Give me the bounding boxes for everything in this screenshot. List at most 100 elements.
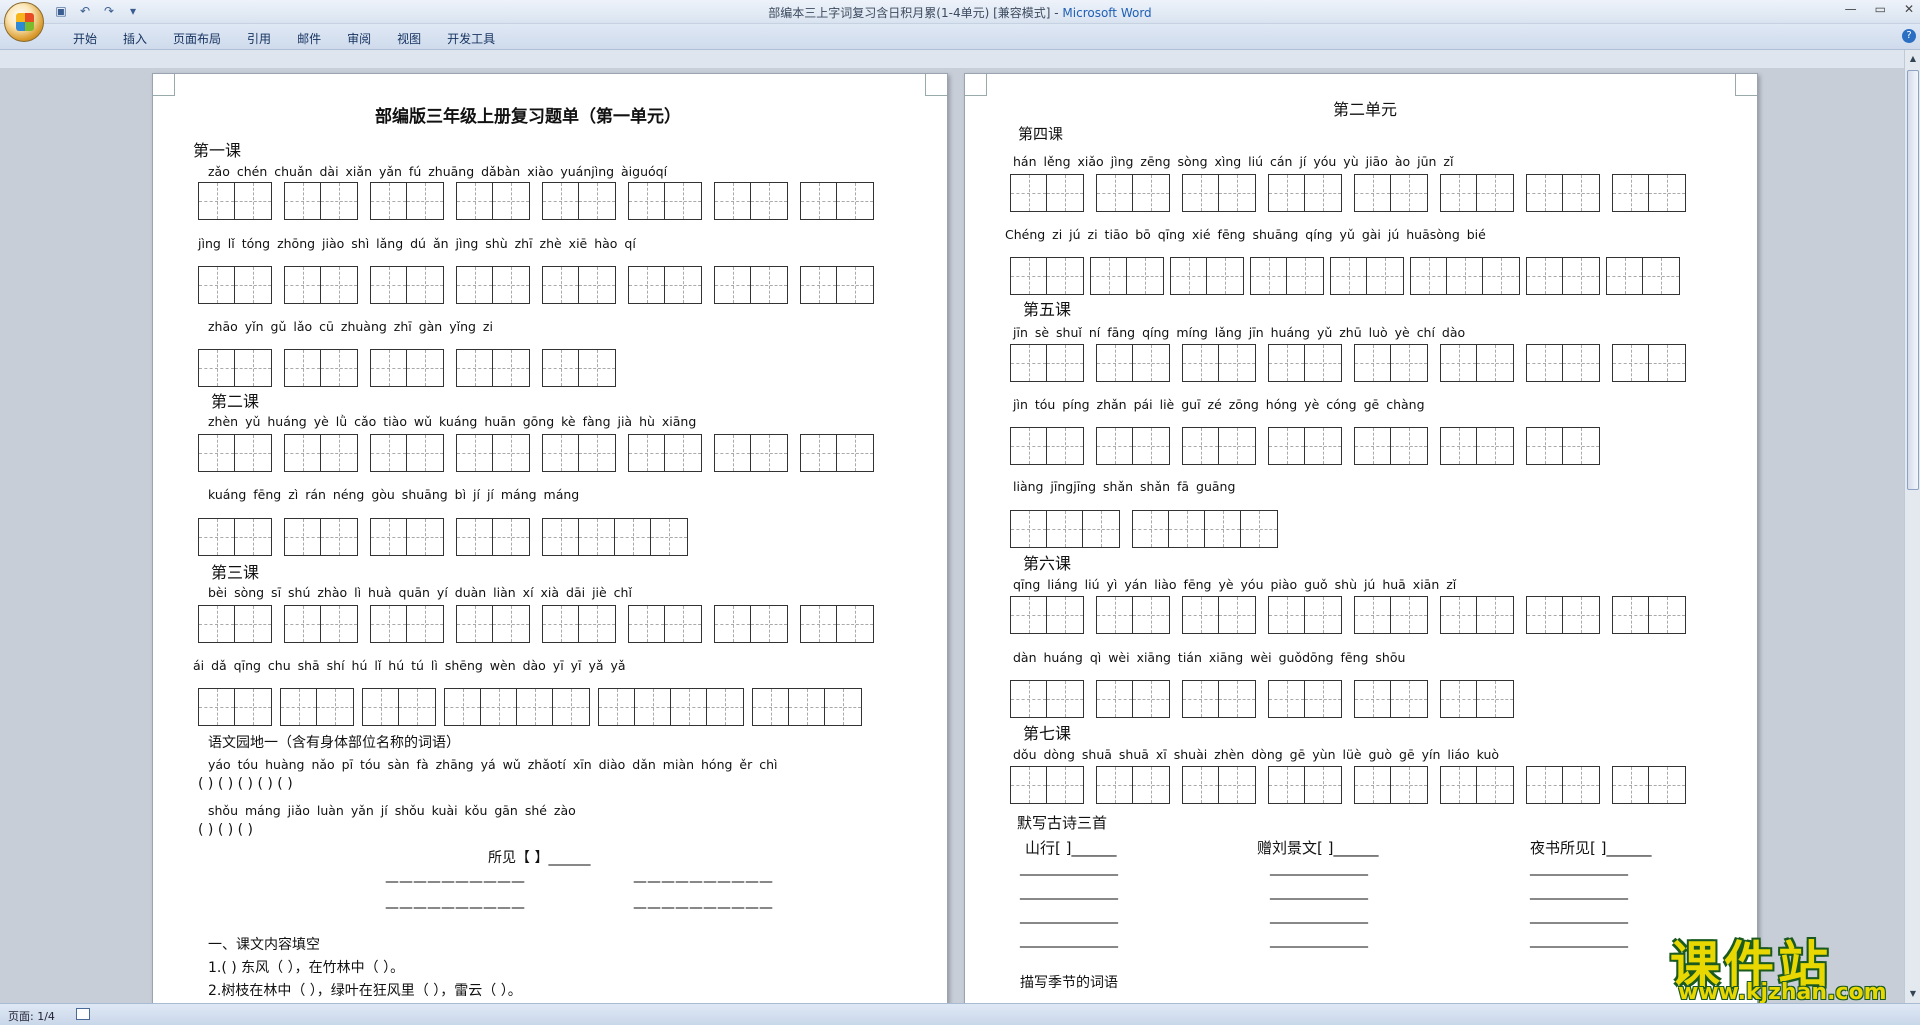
document-page-2[interactable]: 第二单元 第四课 hán lěng xiǎo jìng zēng sòng xì… bbox=[964, 73, 1758, 1013]
char-box[interactable] bbox=[370, 349, 444, 387]
answer-line[interactable]: ______________ bbox=[1530, 884, 1628, 900]
tab-view[interactable]: 视图 bbox=[384, 30, 434, 47]
char-box[interactable] bbox=[1354, 680, 1428, 718]
char-box[interactable] bbox=[800, 605, 874, 643]
char-box[interactable] bbox=[714, 605, 788, 643]
char-box[interactable] bbox=[752, 688, 862, 726]
char-box[interactable] bbox=[714, 434, 788, 472]
scroll-up-icon[interactable]: ▲ bbox=[1907, 52, 1919, 66]
char-box[interactable] bbox=[628, 605, 702, 643]
char-box[interactable] bbox=[1010, 344, 1084, 382]
char-box[interactable] bbox=[1526, 344, 1600, 382]
char-box[interactable] bbox=[1010, 257, 1084, 295]
char-box[interactable] bbox=[542, 434, 616, 472]
char-box[interactable] bbox=[198, 434, 272, 472]
char-box[interactable] bbox=[542, 266, 616, 304]
char-box[interactable] bbox=[1440, 427, 1514, 465]
char-box[interactable] bbox=[280, 688, 354, 726]
char-box[interactable] bbox=[1268, 680, 1342, 718]
char-box[interactable] bbox=[456, 266, 530, 304]
char-box[interactable] bbox=[456, 182, 530, 220]
char-box[interactable] bbox=[1096, 680, 1170, 718]
char-box[interactable] bbox=[542, 518, 688, 556]
char-box[interactable] bbox=[1612, 344, 1686, 382]
char-box[interactable] bbox=[1440, 766, 1514, 804]
maximize-icon[interactable]: ▭ bbox=[1875, 2, 1886, 16]
answer-line[interactable]: ______________ bbox=[1270, 884, 1368, 900]
answer-line[interactable]: ______________ bbox=[1020, 932, 1118, 948]
tab-home[interactable]: 开始 bbox=[60, 30, 110, 47]
char-box[interactable] bbox=[1170, 257, 1244, 295]
tab-review[interactable]: 审阅 bbox=[334, 30, 384, 47]
tab-developer[interactable]: 开发工具 bbox=[434, 30, 508, 47]
char-box[interactable] bbox=[284, 182, 358, 220]
char-box[interactable] bbox=[1268, 427, 1342, 465]
char-box[interactable] bbox=[284, 266, 358, 304]
char-box[interactable] bbox=[284, 605, 358, 643]
char-box[interactable] bbox=[1010, 174, 1084, 212]
answer-line[interactable]: ______________ bbox=[1270, 860, 1368, 876]
char-box[interactable] bbox=[800, 434, 874, 472]
tab-references[interactable]: 引用 bbox=[234, 30, 284, 47]
scroll-down-icon[interactable]: ▼ bbox=[1907, 987, 1919, 1001]
char-box[interactable] bbox=[370, 182, 444, 220]
answer-brackets[interactable]: ( ) ( ) ( ) bbox=[198, 822, 253, 838]
char-box[interactable] bbox=[198, 182, 272, 220]
char-box[interactable] bbox=[1096, 766, 1170, 804]
char-box[interactable] bbox=[284, 349, 358, 387]
char-box[interactable] bbox=[628, 434, 702, 472]
tab-insert[interactable]: 插入 bbox=[110, 30, 160, 47]
char-box[interactable] bbox=[1354, 766, 1428, 804]
char-box[interactable] bbox=[1268, 344, 1342, 382]
char-box[interactable] bbox=[1526, 427, 1600, 465]
char-box[interactable] bbox=[1268, 174, 1342, 212]
char-box[interactable] bbox=[1354, 174, 1428, 212]
page-indicator[interactable]: 页面: 1/4 bbox=[8, 1008, 55, 1024]
char-box[interactable] bbox=[1010, 766, 1084, 804]
answer-line[interactable]: ______________ bbox=[1020, 884, 1118, 900]
char-box[interactable] bbox=[1182, 174, 1256, 212]
char-box[interactable] bbox=[456, 605, 530, 643]
char-box[interactable] bbox=[1440, 174, 1514, 212]
answer-brackets[interactable]: ( ) ( ) ( ) ( ) ( ) bbox=[198, 776, 293, 792]
answer-line[interactable]: ______________ bbox=[1270, 908, 1368, 924]
char-box[interactable] bbox=[1010, 510, 1120, 548]
char-box[interactable] bbox=[198, 349, 272, 387]
char-box[interactable] bbox=[542, 605, 616, 643]
char-box[interactable] bbox=[714, 182, 788, 220]
document-page-1[interactable]: 部编版三年级上册复习题单（第一单元） 第一课 zǎo chén chuǎn dà… bbox=[152, 73, 948, 1013]
poem-line[interactable]: —————————— bbox=[385, 900, 525, 916]
char-box[interactable] bbox=[1182, 427, 1256, 465]
answer-line[interactable]: ______________ bbox=[1530, 932, 1628, 948]
char-box[interactable] bbox=[456, 434, 530, 472]
char-box[interactable] bbox=[1182, 766, 1256, 804]
answer-line[interactable]: ______________ bbox=[1020, 860, 1118, 876]
char-box[interactable] bbox=[198, 605, 272, 643]
char-box[interactable] bbox=[1526, 257, 1600, 295]
proofing-icon[interactable] bbox=[76, 1008, 90, 1020]
char-box[interactable] bbox=[542, 182, 616, 220]
fill-blank-line[interactable]: 2.树枝在林中（ ），绿叶在狂风里（ ），雷云（ ）。 bbox=[208, 980, 522, 1000]
char-box[interactable] bbox=[198, 518, 272, 556]
char-box[interactable] bbox=[444, 688, 590, 726]
char-box[interactable] bbox=[1410, 257, 1520, 295]
answer-line[interactable]: ______________ bbox=[1530, 908, 1628, 924]
char-box[interactable] bbox=[800, 266, 874, 304]
tab-mailings[interactable]: 邮件 bbox=[284, 30, 334, 47]
char-box[interactable] bbox=[1096, 427, 1170, 465]
answer-line[interactable]: ______________ bbox=[1020, 908, 1118, 924]
vertical-scrollbar[interactable]: ▲ ▼ bbox=[1904, 50, 1920, 1003]
char-box[interactable] bbox=[598, 688, 744, 726]
char-box[interactable] bbox=[1182, 680, 1256, 718]
char-box[interactable] bbox=[1090, 257, 1164, 295]
char-box[interactable] bbox=[1354, 427, 1428, 465]
answer-line[interactable]: ______________ bbox=[1270, 932, 1368, 948]
poem-line[interactable]: —————————— bbox=[385, 874, 525, 890]
char-box[interactable] bbox=[1354, 596, 1428, 634]
char-box[interactable] bbox=[1268, 596, 1342, 634]
answer-line[interactable]: ______________ bbox=[1530, 860, 1628, 876]
char-box[interactable] bbox=[370, 518, 444, 556]
char-box[interactable] bbox=[1096, 174, 1170, 212]
char-box[interactable] bbox=[1526, 174, 1600, 212]
char-box[interactable] bbox=[198, 688, 272, 726]
